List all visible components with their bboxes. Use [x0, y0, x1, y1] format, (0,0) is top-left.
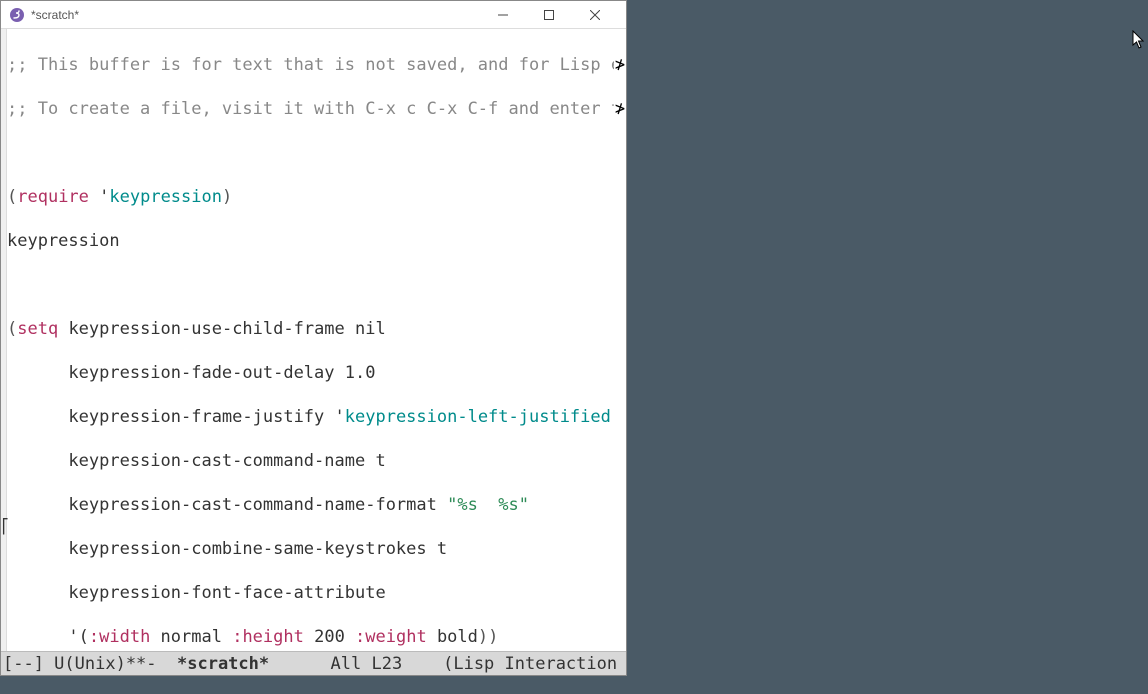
code-text: '(	[7, 627, 89, 647]
code-text: :width	[89, 627, 150, 647]
close-button[interactable]	[572, 1, 618, 29]
code-text: keypression-frame-justify '	[7, 407, 345, 427]
comment-line: ;; This buffer is for text that is not s…	[7, 55, 626, 75]
emacs-window: *scratch* ⎡ ;; This buffer is for text t…	[0, 0, 627, 676]
code-text: )	[222, 187, 232, 207]
window-title: *scratch*	[31, 8, 79, 22]
desktop-background: *scratch* ⎡ ;; This buffer is for text t…	[0, 0, 1148, 694]
minimize-button[interactable]	[480, 1, 526, 29]
editor-area[interactable]: ⎡ ;; This buffer is for text that is not…	[1, 29, 626, 651]
code-text: setq	[17, 319, 58, 339]
code-text: (	[7, 187, 17, 207]
code-text: bold	[427, 627, 478, 647]
mouse-cursor-icon	[1132, 30, 1146, 50]
code-text: '	[89, 187, 109, 207]
code-text: keypression-combine-same-keystrokes t	[7, 539, 447, 559]
code-text: keypression-fade-out-delay 1.0	[7, 363, 375, 383]
modeline-status: [--] U(Unix)**-	[3, 654, 177, 674]
code-text: keypression	[7, 231, 120, 251]
code-text: :weight	[355, 627, 427, 647]
code-text: keypression-cast-command-name t	[7, 451, 386, 471]
code-text: 200	[304, 627, 355, 647]
comment-line: ;; To create a file, visit it with C-x c…	[7, 99, 626, 119]
code-text: :height	[232, 627, 304, 647]
mode-line[interactable]: [--] U(Unix)**- *scratch* All L23 (Lisp …	[1, 651, 626, 675]
truncation-arrow-icon: ≯	[614, 98, 626, 120]
code-text: keypression-font-face-attribute	[7, 583, 386, 603]
truncation-arrow-icon: ≯	[614, 54, 626, 76]
code-text: ))	[478, 627, 498, 647]
code-text: "%s %s"	[447, 495, 529, 515]
code-text: keypression-cast-command-name-format	[7, 495, 447, 515]
code-text: keypression	[109, 187, 222, 207]
window-titlebar[interactable]: *scratch*	[1, 1, 626, 29]
maximize-button[interactable]	[526, 1, 572, 29]
window-controls	[480, 1, 618, 29]
scratch-buffer[interactable]: ;; This buffer is for text that is not s…	[7, 29, 626, 651]
code-text: require	[17, 187, 89, 207]
code-text: keypression-use-child-frame nil	[58, 319, 386, 339]
code-text: normal	[150, 627, 232, 647]
emacs-icon	[9, 7, 25, 23]
code-text: keypression-left-justified	[345, 407, 611, 427]
code-text: (	[7, 319, 17, 339]
modeline-position: All L23 (Lisp Interaction Ke	[269, 654, 626, 674]
modeline-buffer-name: *scratch*	[177, 654, 269, 674]
